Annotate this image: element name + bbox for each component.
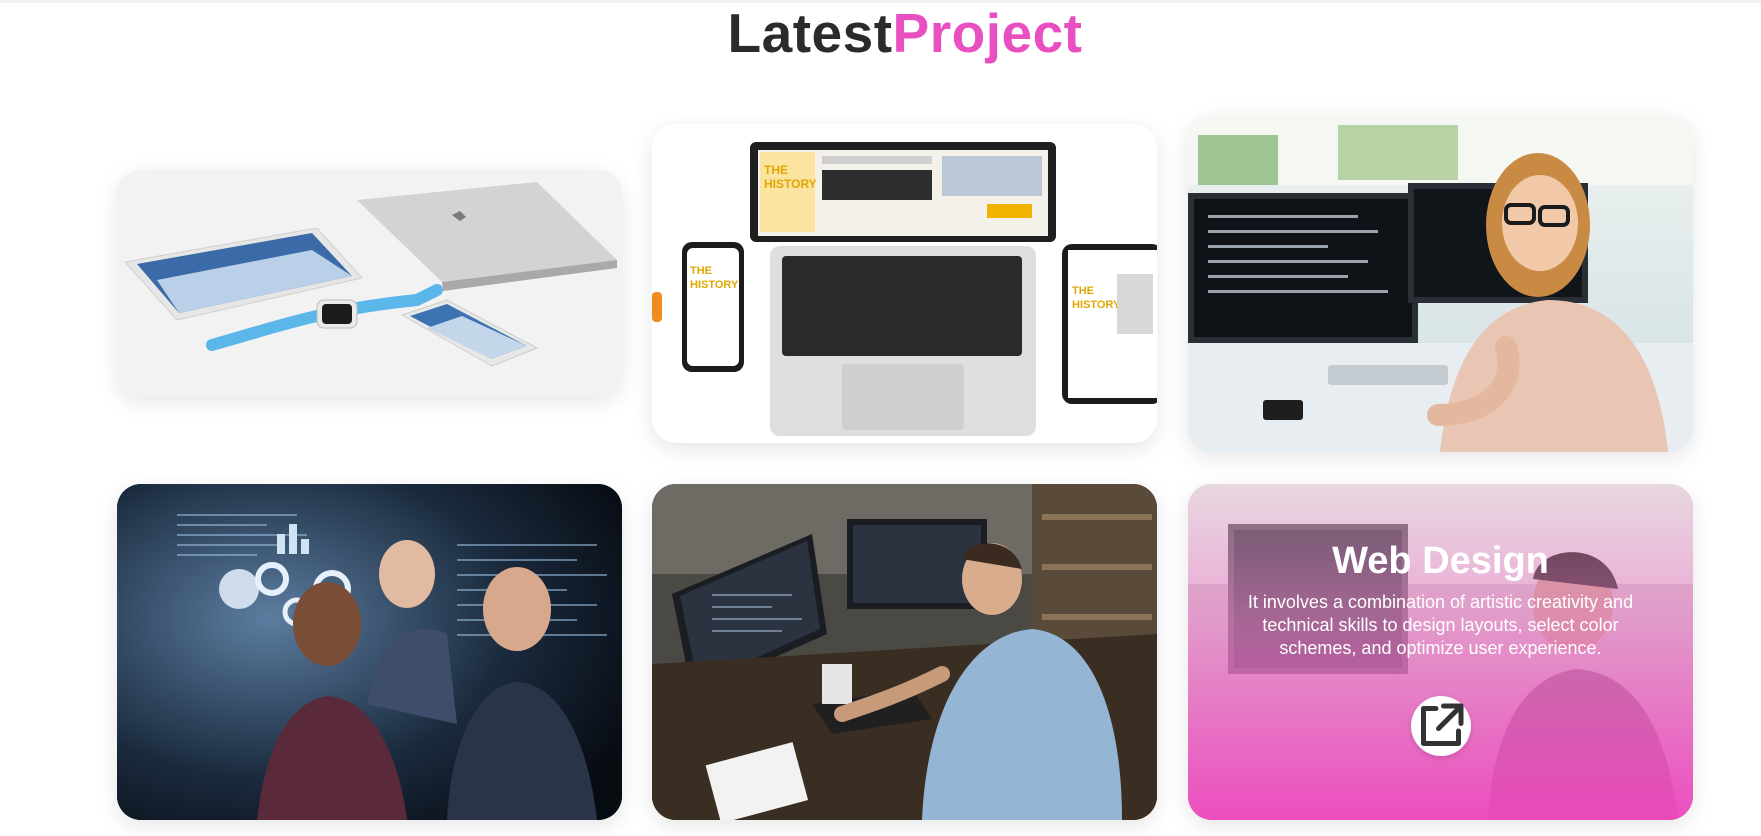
svg-text:HISTORY: HISTORY [764,177,817,191]
project-card-laptop-phone-tablet[interactable]: THE HISTORY THE HISTORY THE HISTORY [652,124,1157,443]
svg-text:THE: THE [764,163,788,177]
section-title-part1: Latest [727,2,893,64]
project-card-web-design[interactable]: Web Design It involves a combination of … [1188,484,1693,820]
card-description: It involves a combination of artistic cr… [1247,592,1634,658]
card-overlay-content: Web Design It involves a combination of … [1188,539,1693,660]
developer-at-desk-image [652,484,1157,820]
svg-text:THE: THE [1072,285,1094,297]
project-card-apple-devices[interactable] [117,170,622,396]
woman-at-monitors-image [1188,115,1693,452]
section-title: LatestProject [0,0,1761,66]
apple-devices-image [117,170,622,396]
external-link-icon [1421,703,1464,746]
open-project-button[interactable] [1411,696,1471,756]
svg-text:HISTORY: HISTORY [690,279,739,291]
svg-text:HISTORY: HISTORY [1072,299,1121,311]
svg-text:THE: THE [690,265,712,277]
project-card-developer-at-desk[interactable] [652,484,1157,820]
team-with-holograms-image [117,484,622,820]
laptop-phone-tablet-image: THE HISTORY THE HISTORY THE HISTORY [652,124,1157,443]
section-title-part2: Project [892,2,1083,64]
card-title: Web Design [1332,540,1549,582]
project-card-team-with-holograms[interactable] [117,484,622,820]
project-card-woman-at-monitors[interactable] [1188,115,1693,452]
